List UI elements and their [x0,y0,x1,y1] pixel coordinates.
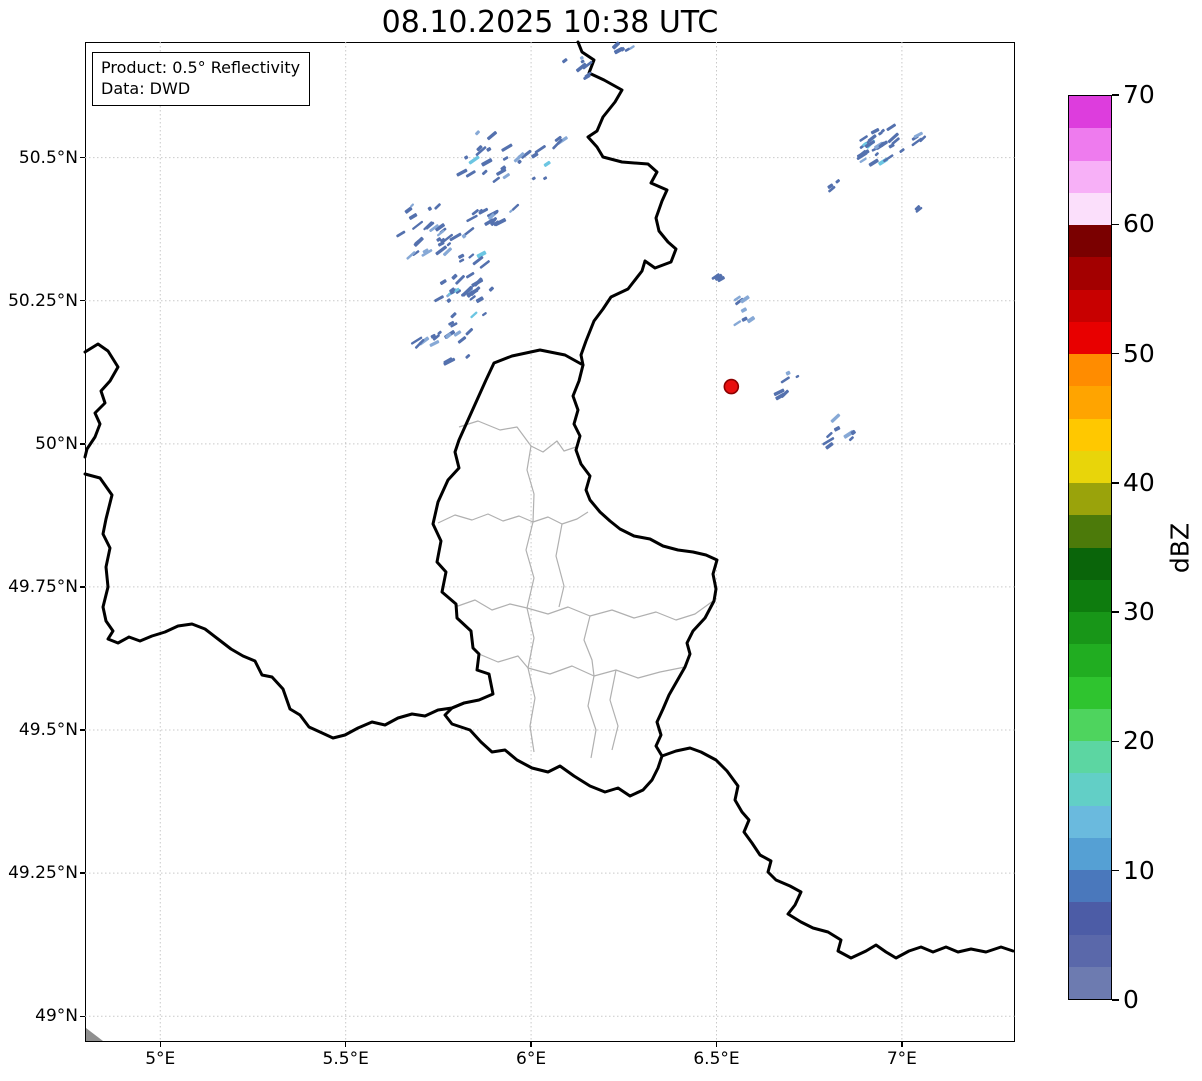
colorbar-tick-mark [1112,482,1119,484]
y-axis-tick-mark [80,1015,85,1017]
colorbar-segment [1069,160,1111,193]
colorbar-tick-mark [1112,999,1119,1001]
y-axis-tick-mark [80,300,85,302]
colorbar-segment [1069,612,1111,645]
colorbar-tick-label: 30 [1123,597,1155,627]
y-axis-tick-label: 49°N [35,1006,78,1027]
colorbar-segment [1069,450,1111,483]
colorbar-segment [1069,837,1111,870]
colorbar-segment [1069,934,1111,967]
info-box-data-line: Data: DWD [101,79,191,98]
colorbar-tick-mark [1112,740,1119,743]
colorbar-segment [1069,192,1111,225]
colorbar-segment [1069,128,1111,161]
colorbar-segment [1069,966,1111,999]
colorbar-segment [1069,418,1111,451]
colorbar-segment [1069,579,1111,612]
info-box: Product: 0.5° Reflectivity Data: DWD [92,52,311,106]
colorbar-segment [1069,773,1111,806]
colorbar-axis-label: dBZ [1165,522,1195,574]
x-axis-tick-label: 5°E [145,1049,176,1069]
colorbar-segment [1069,870,1111,903]
colorbar-segment [1069,321,1111,354]
map-plot-area [85,42,1015,1042]
x-axis-tick-label: 7°E [886,1049,917,1069]
x-axis-tick-mark [901,1042,903,1047]
x-axis-tick-mark [159,1042,161,1047]
colorbar-segment [1069,483,1111,516]
y-axis-tick-label: 50°N [35,433,78,454]
colorbar-tick-label: 50 [1123,338,1155,368]
colorbar-segment [1069,257,1111,290]
colorbar-tick-mark [1112,94,1119,96]
colorbar-segment [1069,289,1111,322]
y-axis-tick-mark [80,586,85,588]
colorbar-tick-label: 60 [1123,209,1155,239]
colorbar [1068,95,1112,1000]
colorbar-segment [1069,741,1111,774]
colorbar-tick-label: 10 [1123,855,1155,885]
y-axis-tick-mark [80,729,85,731]
colorbar-segment [1069,547,1111,580]
x-axis-tick-mark [530,1042,532,1047]
y-axis-tick-mark [80,443,85,445]
y-axis-tick-label: 50.25°N [8,290,78,311]
y-axis-tick-label: 49.25°N [8,863,78,884]
colorbar-tick-mark [1112,869,1119,872]
info-box-product-line: Product: 0.5° Reflectivity [101,58,301,77]
y-axis-tick-mark [80,872,85,874]
y-axis-tick-label: 49.75°N [8,576,78,597]
y-axis-tick-mark [80,156,85,159]
colorbar-segment [1069,515,1111,548]
x-axis-tick-mark [344,1042,347,1047]
colorbar-tick-mark [1112,611,1119,613]
colorbar-tick-label: 40 [1123,467,1155,497]
colorbar-segment [1069,676,1111,709]
x-axis-tick-label: 6°E [516,1049,547,1069]
x-axis-tick-label: 6.5°E [693,1049,740,1069]
colorbar-tick-label: 70 [1123,79,1155,109]
radar-figure: 08.10.2025 10:38 UTC Product: 0.5° Refle… [0,0,1202,1081]
page-title: 08.10.2025 10:38 UTC [381,5,719,40]
colorbar-segment [1069,708,1111,741]
colorbar-segment [1069,902,1111,935]
colorbar-tick-mark [1112,352,1119,355]
colorbar-segment [1069,354,1111,387]
colorbar-tick-mark [1112,223,1119,226]
y-axis-tick-label: 49.5°N [18,720,78,741]
colorbar-tick-label: 0 [1123,984,1139,1014]
colorbar-segment [1069,805,1111,838]
colorbar-segment [1069,96,1111,129]
colorbar-segment [1069,386,1111,419]
x-axis-tick-label: 5.5°E [322,1049,369,1069]
colorbar-tick-label: 20 [1123,726,1155,756]
x-axis-tick-mark [715,1042,718,1047]
colorbar-segment [1069,644,1111,677]
y-axis-tick-label: 50.5°N [18,147,78,168]
colorbar-segment [1069,225,1111,258]
